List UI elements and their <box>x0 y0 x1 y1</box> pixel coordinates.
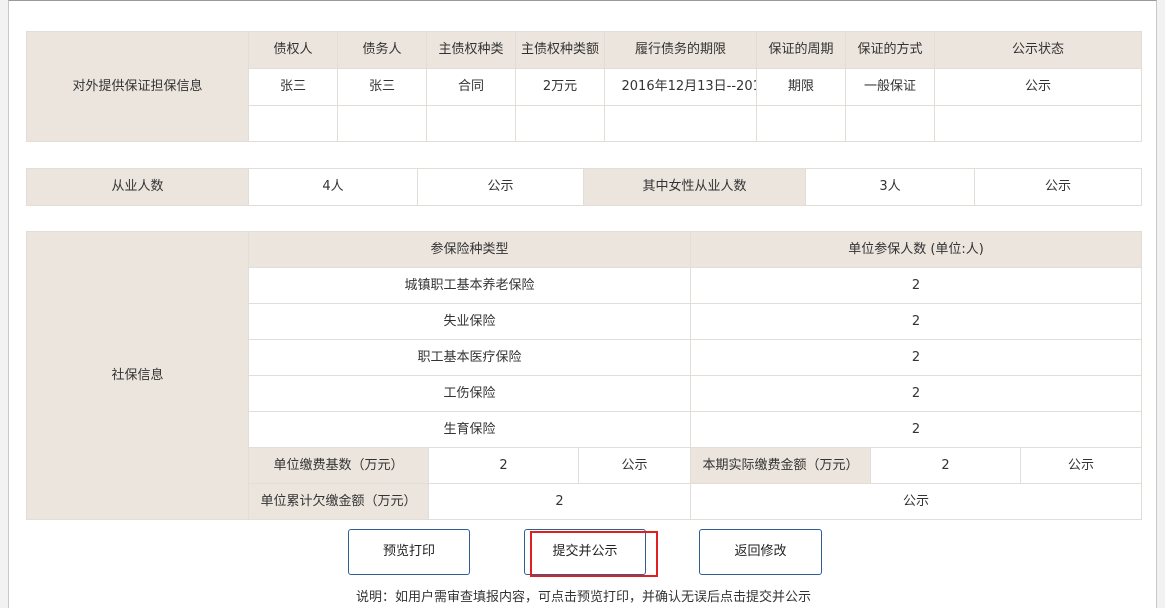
header-claim-type: 主债权种类 <box>426 31 516 69</box>
employees-status: 公示 <box>417 168 584 206</box>
instruction-note: 说明：如用户需审查填报内容，可点击预览打印，并确认无误后点击提交并公示 <box>355 590 811 605</box>
payment-base-value: 2 <box>428 447 579 484</box>
empty-cell <box>845 105 935 142</box>
insurance-type-cell: 生育保险 <box>248 411 691 448</box>
female-employees-status: 公示 <box>974 168 1142 206</box>
creditor-cell: 张三 <box>248 68 338 106</box>
insurance-type-cell: 工伤保险 <box>248 375 691 412</box>
female-employees-value: 3人 <box>805 168 975 206</box>
actual-payment-value: 2 <box>870 447 1021 484</box>
insurance-type-cell: 城镇职工基本养老保险 <box>248 267 691 304</box>
guarantee-table: 对外提供保证担保信息 债权人 债务人 主债权种类 主债权种类额 履行债务的期限 … <box>26 31 1142 142</box>
claim-amount-cell: 2万元 <box>515 68 605 106</box>
arrears-value: 2 <box>428 483 691 520</box>
actual-payment-status: 公示 <box>1019 447 1143 484</box>
empty-cell <box>604 105 757 142</box>
female-employees-label: 其中女性从业人数 <box>583 168 806 206</box>
empty-cell <box>337 105 427 142</box>
header-insurance-type: 参保险种类型 <box>248 231 691 268</box>
header-status: 公示状态 <box>934 31 1142 69</box>
insured-count-cell: 2 <box>689 339 1143 376</box>
employees-table: 从业人数 4人 公示 其中女性从业人数 3人 公示 <box>26 168 1142 206</box>
guarantee-section-label: 对外提供保证担保信息 <box>26 31 249 142</box>
insured-count-cell: 2 <box>689 267 1143 304</box>
preview-print-button[interactable]: 预览打印 <box>348 529 470 575</box>
submit-publish-button[interactable]: 提交并公示 <box>524 529 646 575</box>
header-method: 保证的方式 <box>845 31 935 69</box>
header-claim-amount: 主债权种类额 <box>515 31 605 69</box>
payment-base-status: 公示 <box>578 447 691 484</box>
claim-type-cell: 合同 <box>426 68 516 106</box>
period-cell: 2016年12月13日--2016年12月25日 <box>604 68 757 106</box>
empty-cell <box>934 105 1142 142</box>
insurance-type-cell: 失业保险 <box>248 303 691 340</box>
report-page: 对外提供保证担保信息 债权人 债务人 主债权种类 主债权种类额 履行债务的期限 … <box>8 0 1157 608</box>
back-edit-button[interactable]: 返回修改 <box>699 529 822 575</box>
cycle-cell: 期限 <box>756 68 846 106</box>
actual-payment-label: 本期实际缴费金额（万元） <box>690 447 871 484</box>
header-insured-count: 单位参保人数 (单位:人) <box>689 231 1143 268</box>
arrears-label: 单位累计欠缴金额（万元） <box>248 483 429 520</box>
insured-count-cell: 2 <box>689 411 1143 448</box>
empty-cell <box>756 105 846 142</box>
empty-cell <box>426 105 516 142</box>
arrears-status: 公示 <box>689 483 1143 520</box>
header-creditor: 债权人 <box>248 31 338 69</box>
employees-value: 4人 <box>248 168 418 206</box>
period-text: 2016年12月13日--2016年12月25日 <box>621 79 756 94</box>
status-cell: 公示 <box>934 68 1142 106</box>
debtor-cell: 张三 <box>337 68 427 106</box>
insured-count-cell: 2 <box>689 303 1143 340</box>
payment-base-label: 单位缴费基数（万元） <box>248 447 429 484</box>
insurance-type-cell: 职工基本医疗保险 <box>248 339 691 376</box>
header-cycle: 保证的周期 <box>756 31 846 69</box>
social-security-table: 社保信息 参保险种类型 单位参保人数 (单位:人) 城镇职工基本养老保险 2 失… <box>26 231 1143 520</box>
method-cell: 一般保证 <box>845 68 935 106</box>
social-section-label: 社保信息 <box>26 231 249 520</box>
insured-count-cell: 2 <box>689 375 1143 412</box>
table-row: 从业人数 4人 公示 其中女性从业人数 3人 公示 <box>26 168 1142 206</box>
header-period: 履行债务的期限 <box>604 31 757 69</box>
empty-cell <box>515 105 605 142</box>
employees-label: 从业人数 <box>26 168 249 206</box>
header-debtor: 债务人 <box>337 31 427 69</box>
empty-cell <box>248 105 338 142</box>
